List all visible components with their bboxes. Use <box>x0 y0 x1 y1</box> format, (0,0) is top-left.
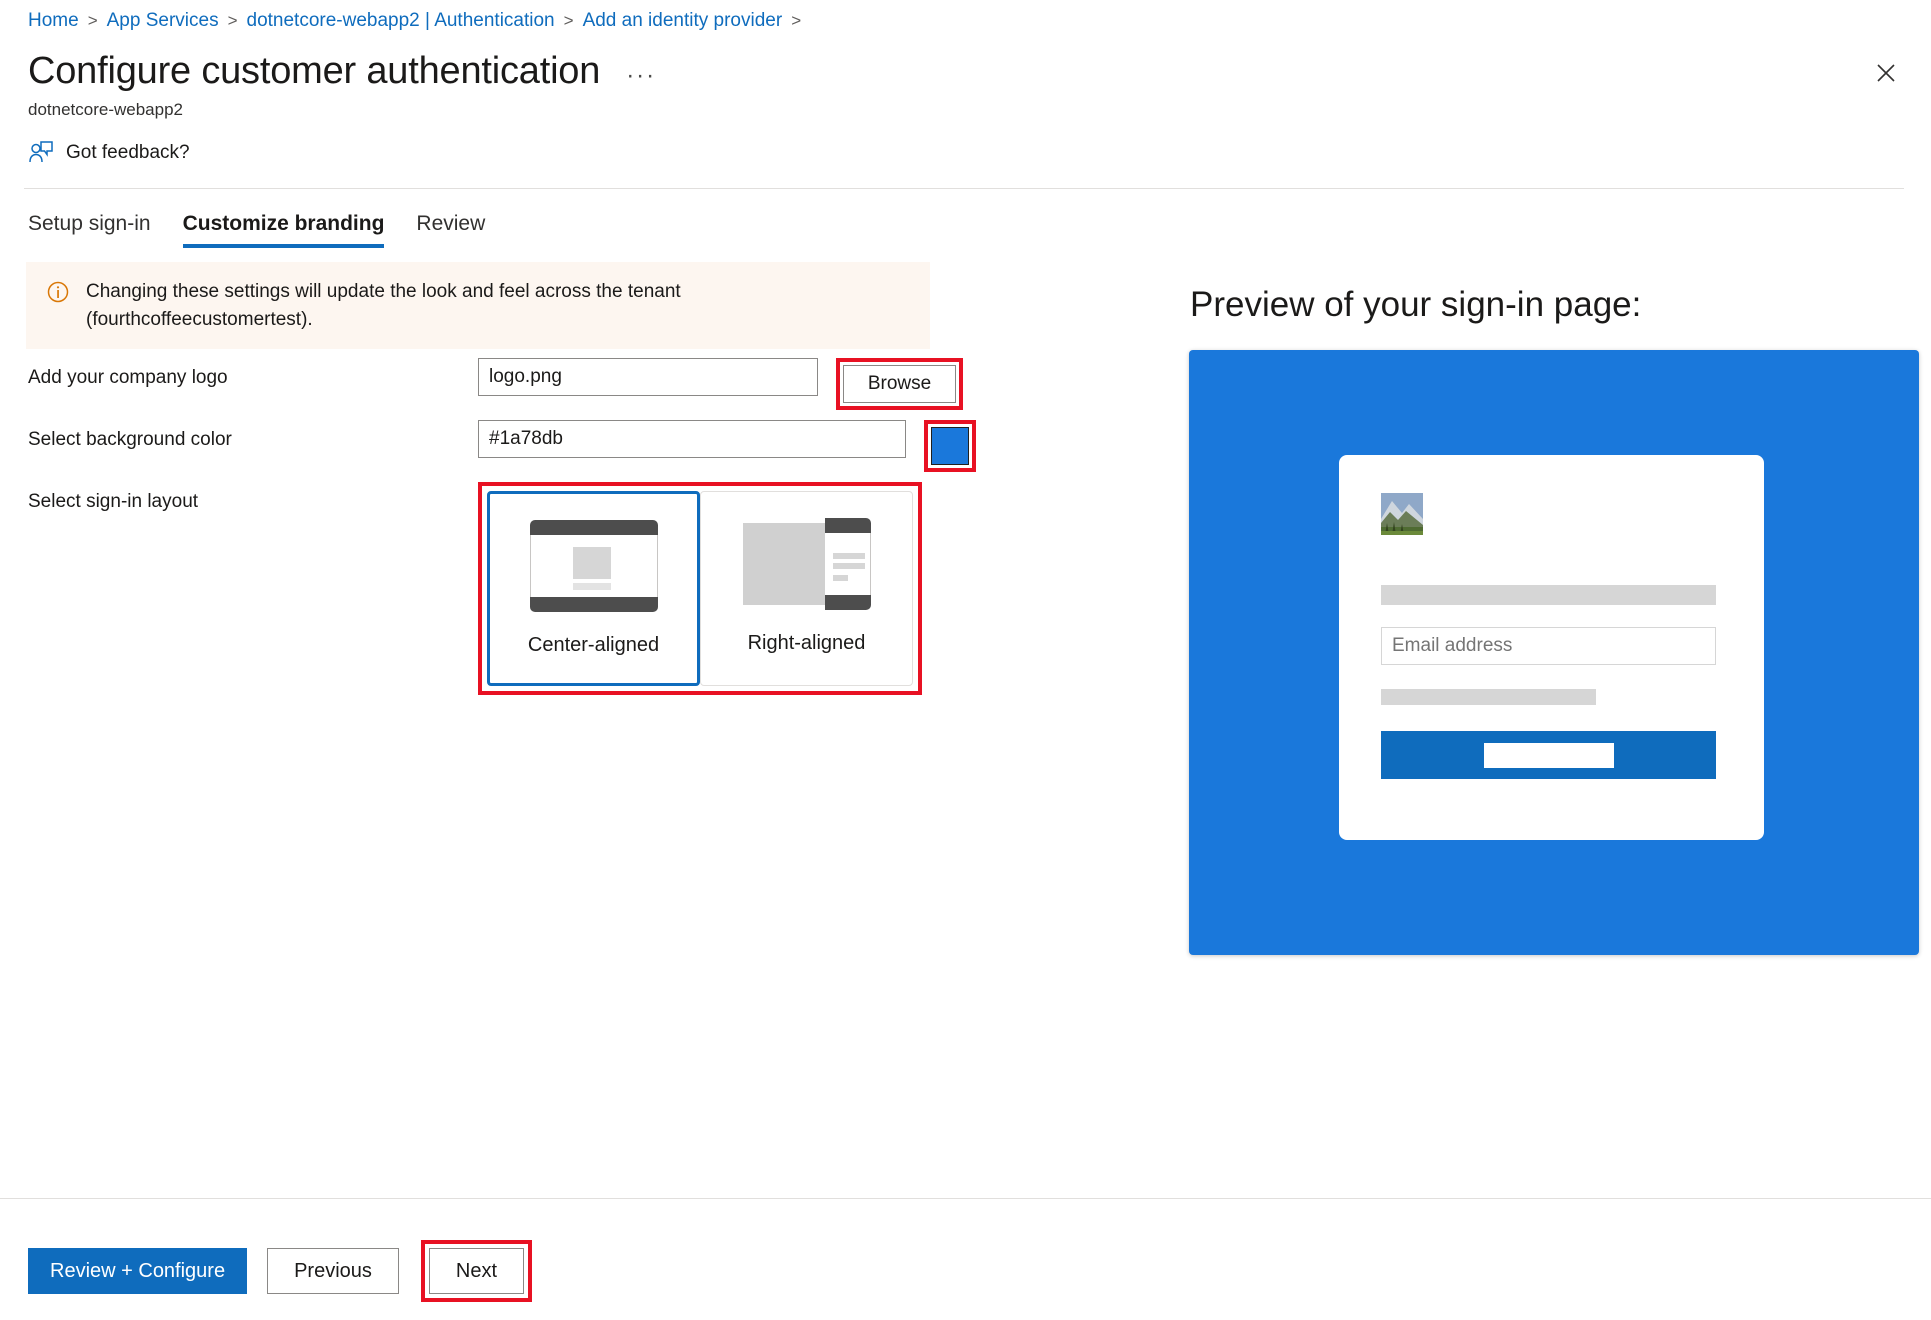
tab-bar: Setup sign-in Customize branding Review <box>28 212 485 248</box>
sign-in-layout-label: Select sign-in layout <box>28 491 199 512</box>
right-aligned-thumbnail-icon <box>742 518 871 610</box>
preview-sign-in-card <box>1339 455 1764 840</box>
tab-customize-branding[interactable]: Customize branding <box>182 212 384 248</box>
preview-title: Preview of your sign-in page: <box>1190 285 1642 324</box>
background-color-input[interactable] <box>478 420 906 458</box>
preview-company-logo-icon <box>1381 493 1423 535</box>
preview-panel <box>1189 350 1919 955</box>
page-title: Configure customer authentication <box>28 50 601 92</box>
layout-option-group: Center-aligned Right-aligned <box>487 491 913 686</box>
layout-option-right-aligned[interactable]: Right-aligned <box>700 491 913 686</box>
logo-row: Add your company logo Browse <box>28 358 976 410</box>
got-feedback-button[interactable]: Got feedback? <box>28 140 190 166</box>
next-button[interactable]: Next <box>428 1248 525 1294</box>
breadcrumb-item-add-identity-provider[interactable]: Add an identity provider <box>583 10 783 32</box>
breadcrumb-item-home[interactable]: Home <box>28 10 79 32</box>
preview-submit-label-placeholder <box>1483 742 1614 768</box>
got-feedback-label: Got feedback? <box>66 142 190 163</box>
preview-placeholder-text-bar <box>1381 689 1596 705</box>
tab-setup-sign-in[interactable]: Setup sign-in <box>28 212 151 248</box>
feedback-person-icon <box>29 141 53 163</box>
breadcrumb: Home > App Services > dotnetcore-webapp2… <box>28 10 801 32</box>
previous-button-wrap: Previous <box>267 1248 399 1294</box>
tab-review[interactable]: Review <box>416 212 485 248</box>
preview-submit-button[interactable] <box>1381 731 1716 779</box>
breadcrumb-separator-icon: > <box>227 11 238 30</box>
breadcrumb-item-app-services[interactable]: App Services <box>107 10 219 32</box>
layout-option-right-aligned-label: Right-aligned <box>747 632 866 654</box>
review-configure-button[interactable]: Review + Configure <box>28 1248 248 1294</box>
sign-in-layout-row: Select sign-in layout Center-aligned Rig… <box>28 482 976 695</box>
breadcrumb-separator-icon: > <box>87 11 98 30</box>
preview-placeholder-heading-bar <box>1381 585 1716 605</box>
browse-button[interactable]: Browse <box>843 365 956 403</box>
header-divider <box>24 188 1904 189</box>
background-color-label: Select background color <box>28 429 232 450</box>
info-icon <box>47 281 69 303</box>
page-subtitle: dotnetcore-webapp2 <box>28 100 184 119</box>
breadcrumb-item-authentication[interactable]: dotnetcore-webapp2 | Authentication <box>247 10 555 32</box>
browse-highlight-annotation: Browse <box>836 358 963 410</box>
next-highlight-annotation: Next <box>420 1240 533 1302</box>
info-banner: Changing these settings will update the … <box>26 262 930 350</box>
close-icon <box>1877 64 1895 82</box>
previous-button[interactable]: Previous <box>267 1248 399 1294</box>
logo-label: Add your company logo <box>28 367 228 388</box>
footer-actions: Review + Configure Previous Next <box>28 1240 533 1302</box>
page-header: Configure customer authentication ··· <box>28 50 662 93</box>
logo-input[interactable] <box>478 358 818 396</box>
breadcrumb-separator-icon: > <box>563 11 574 30</box>
preview-email-input[interactable] <box>1381 627 1716 665</box>
background-color-row: Select background color <box>28 420 976 472</box>
layout-option-center-aligned[interactable]: Center-aligned <box>487 491 700 686</box>
close-button[interactable] <box>1869 56 1903 90</box>
footer-divider <box>0 1198 1931 1199</box>
color-swatch-highlight-annotation <box>924 420 976 472</box>
branding-form: Add your company logo Browse Select back… <box>28 358 976 695</box>
info-banner-text: Changing these settings will update the … <box>86 281 681 330</box>
layout-highlight-annotation: Center-aligned Right-aligned <box>478 482 922 695</box>
more-options-button[interactable]: ··· <box>620 62 662 90</box>
background-color-swatch[interactable] <box>931 427 969 465</box>
breadcrumb-separator-icon: > <box>791 11 802 30</box>
layout-option-center-aligned-label: Center-aligned <box>527 634 660 656</box>
center-aligned-thumbnail-icon <box>529 520 658 612</box>
